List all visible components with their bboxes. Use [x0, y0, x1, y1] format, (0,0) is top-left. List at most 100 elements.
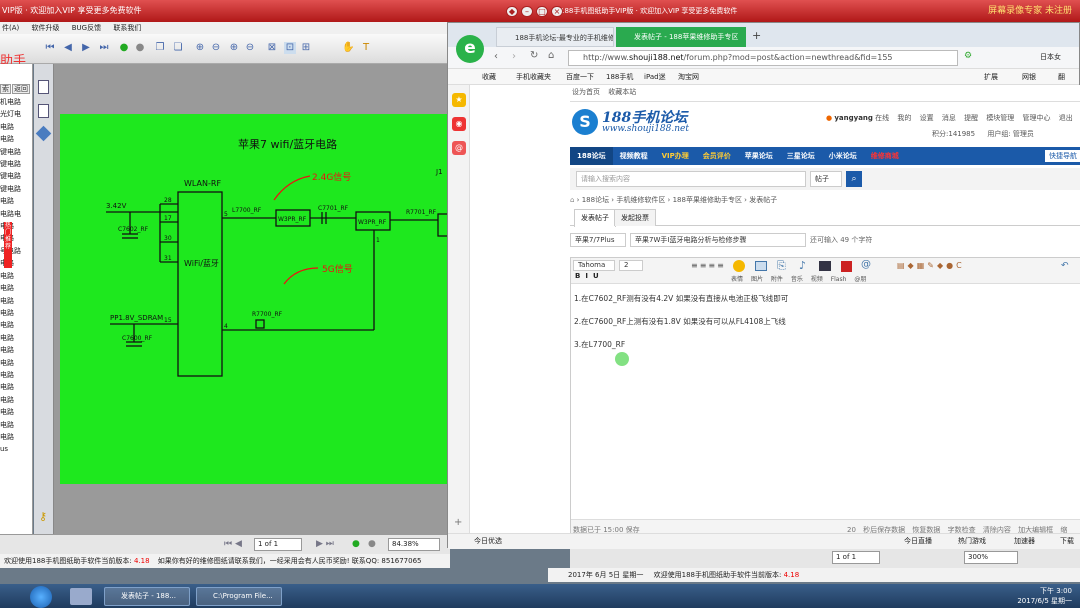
mention-icon[interactable]: @ — [861, 259, 871, 270]
tab-new-post[interactable]: 发表帖子 - 188苹果维修助手专区 — [616, 27, 746, 47]
hand-icon[interactable]: ✋ — [342, 42, 354, 54]
category-item[interactable]: us — [0, 443, 32, 455]
home-icon[interactable]: ⌂ — [570, 196, 574, 204]
music-icon[interactable]: ♪ — [799, 259, 806, 272]
category-item[interactable]: 电路 — [0, 195, 32, 207]
smiley-icon[interactable] — [733, 260, 745, 272]
menu-my[interactable]: 我的 — [897, 114, 911, 122]
menu-item[interactable]: 件(A) — [2, 24, 19, 32]
category-item[interactable]: 电路 — [0, 121, 32, 133]
bookmark-taobao[interactable]: 淘宝网 — [678, 69, 699, 85]
prev-page-icon[interactable]: ◀ — [62, 42, 74, 54]
new-tab-button[interactable]: + — [752, 29, 761, 42]
crumb-item[interactable]: 手机维修软件区 — [616, 196, 665, 204]
menu-item[interactable]: 联系我们 — [113, 24, 141, 32]
footer-games[interactable]: 热门游戏 — [958, 534, 986, 549]
subject-input[interactable]: 苹果7W手I蓝牙电路分析与检修步骤 — [630, 233, 806, 247]
extra-tools-icon[interactable]: ▤◆▦✎◆●C — [897, 261, 965, 270]
category-item[interactable]: 电路 — [0, 394, 32, 406]
mail-icon[interactable]: @ — [452, 141, 466, 155]
menu-settings[interactable]: 设置 — [920, 114, 934, 122]
zoom-in-icon[interactable]: ⊕ — [194, 42, 206, 54]
url-field[interactable]: http://www.shouji188.net/forum.php?mod=p… — [568, 50, 958, 66]
size-select[interactable]: 2 — [619, 260, 643, 271]
category-item[interactable]: 电路 — [0, 419, 32, 431]
last-page-icon[interactable]: ⏭ — [98, 42, 110, 54]
category-item[interactable]: 电路 — [0, 307, 32, 319]
search-input[interactable]: 请输入搜索内容 — [576, 171, 806, 187]
refresh-icon[interactable]: ↻ — [530, 50, 538, 61]
shirt-icon[interactable]: ◆ — [506, 6, 518, 17]
category-item[interactable]: 电路 — [0, 270, 32, 282]
undo-icon[interactable]: ↶ — [1061, 261, 1069, 271]
category-select[interactable]: 苹果7/7Plus — [570, 233, 626, 247]
zoom-plus-icon[interactable]: ⊕ — [228, 42, 240, 54]
image-icon[interactable] — [755, 261, 767, 271]
tab-forum-home[interactable]: 188手机论坛-最专业的手机维修 — [496, 27, 614, 47]
bookmark-site-link[interactable]: 收藏本站 — [608, 88, 636, 96]
menu-item[interactable]: 软件升级 — [32, 24, 60, 32]
bank-button[interactable]: 网银 — [1022, 69, 1036, 85]
page-input[interactable]: 1 of 1 — [832, 551, 880, 564]
crumb-item[interactable]: 188论坛 — [582, 196, 609, 204]
zoom-out-icon[interactable]: ⊖ — [210, 42, 222, 54]
footer-live[interactable]: 今日直播 — [904, 534, 932, 549]
search-type-select[interactable]: 帖子 — [810, 171, 842, 187]
category-item[interactable]: 电路 — [0, 319, 32, 331]
category-item[interactable]: 键电路 — [0, 183, 32, 195]
first-page-icon[interactable]: ⏮ — [44, 42, 56, 54]
go-icon[interactable]: ● — [118, 42, 130, 54]
page-input[interactable]: 1 of 1 — [254, 538, 302, 551]
bookmark-ipad[interactable]: iPad迷 — [644, 69, 666, 85]
side-promo-tag[interactable]: 热门推荐 — [4, 222, 12, 268]
weibo-icon[interactable]: ◉ — [452, 117, 466, 131]
category-item[interactable]: 电路 — [0, 357, 32, 369]
menu-reminders[interactable]: 提醒 — [964, 114, 978, 122]
stop-icon[interactable]: ● — [134, 42, 146, 54]
tab-new-thread[interactable]: 发表帖子 — [574, 209, 616, 227]
category-item[interactable]: 电路 — [0, 344, 32, 356]
nav-item[interactable]: 视频教程 — [613, 147, 655, 165]
nav-item[interactable]: 三星论坛 — [780, 147, 822, 165]
fit-width-icon[interactable]: ⊡ — [284, 42, 296, 54]
back-tab[interactable]: 返回 — [12, 84, 30, 94]
back-icon[interactable]: ‹ — [494, 51, 498, 62]
go-icon[interactable]: ● — [352, 539, 360, 549]
font-select[interactable]: Tahoma — [573, 260, 615, 271]
bookmark-icon[interactable] — [38, 104, 49, 118]
category-item[interactable]: 电路电 — [0, 208, 32, 220]
extensions-button[interactable]: 扩展 — [984, 69, 998, 85]
close-button[interactable]: × — [551, 6, 563, 17]
category-item[interactable]: 电路 — [0, 369, 32, 381]
attachment-icon[interactable]: ⎘ — [777, 259, 786, 273]
copy-icon[interactable]: ❐ — [154, 42, 166, 54]
nav-item[interactable]: 维修商城 — [864, 147, 906, 165]
minimize-button[interactable]: – — [521, 6, 533, 17]
next-page-icon[interactable]: ▶ — [80, 42, 92, 54]
taskbar-item-explorer[interactable]: C:\Program File... — [196, 587, 282, 606]
category-item[interactable]: 键电路 — [0, 158, 32, 170]
forward-icon[interactable]: › — [512, 51, 516, 62]
paste-icon[interactable]: ❏ — [172, 42, 184, 54]
video-icon[interactable] — [819, 261, 831, 271]
nav-item[interactable]: VIP办理 — [655, 147, 696, 165]
bookmark-baidu[interactable]: 百度一下 — [566, 69, 594, 85]
category-item[interactable]: 键电路 — [0, 146, 32, 158]
crumb-item[interactable]: 188苹果维修助手专区 — [673, 196, 742, 204]
show-desktop-icon[interactable] — [70, 588, 92, 605]
nav-item[interactable]: 苹果论坛 — [738, 147, 780, 165]
bookmark-188[interactable]: 188手机 — [606, 69, 633, 85]
editor-content[interactable]: 1.在C7602_RF测有没有4.2V 如果没有直接从电池正极飞线即可 2.在C… — [571, 284, 1080, 369]
nav-item[interactable]: 会员评价 — [696, 147, 738, 165]
key-icon[interactable]: ⚷ — [39, 510, 47, 523]
search-icon[interactable]: ⌕ — [846, 171, 862, 187]
username[interactable]: yangyang — [834, 114, 873, 122]
page-icon[interactable] — [38, 80, 49, 94]
category-item[interactable]: 电路 — [0, 381, 32, 393]
layers-icon[interactable] — [35, 125, 52, 142]
system-clock[interactable]: 下午 3:00 2017/6/5 星期一 — [1017, 586, 1072, 606]
user-group[interactable]: 用户组: 管理员 — [987, 130, 1034, 138]
zoom-select[interactable]: 300% — [964, 551, 1018, 564]
next-page-icon[interactable]: ▶ ⏭ — [316, 539, 334, 549]
menu-logout[interactable]: 退出 — [1059, 114, 1073, 122]
